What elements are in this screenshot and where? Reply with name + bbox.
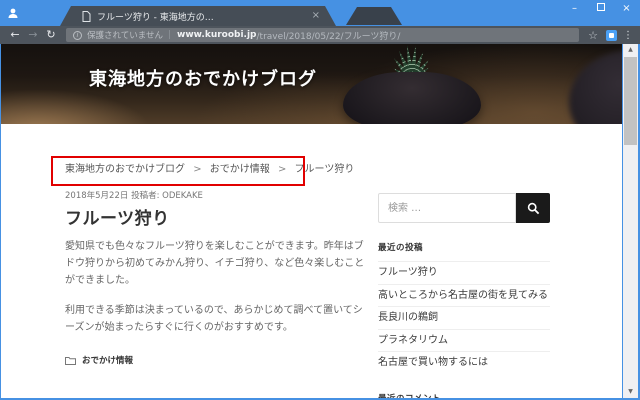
browser-tab[interactable]: フルーツ狩り - 東海地方の… ×	[60, 6, 336, 26]
tab-strip: フルーツ狩り - 東海地方の… × – ×	[0, 0, 640, 26]
address-bar[interactable]: i 保護されていません | www.kuroobi.jp /travel/201…	[66, 28, 579, 42]
recent-post-link[interactable]: 長良川の鵜飼	[378, 306, 550, 329]
post-title: フルーツ狩り	[65, 209, 170, 229]
browser-toolbar: ← → ↻ i 保護されていません | www.kuroobi.jp /trav…	[0, 26, 640, 44]
url-domain: www.kuroobi.jp	[177, 30, 257, 40]
recent-posts-list: フルーツ狩り 高いところから名古屋の街を見てみる 長良川の鵜飼 プラネタリウム …	[378, 261, 550, 374]
profile-icon[interactable]	[5, 5, 21, 21]
author-link[interactable]: ODEKAKE	[162, 191, 203, 201]
search-button[interactable]	[516, 193, 550, 223]
author-label: 投稿者:	[131, 191, 160, 201]
category-link[interactable]: おでかけ情報	[82, 354, 133, 366]
url-separator: |	[168, 30, 172, 40]
browser-window: フルーツ狩り - 東海地方の… × – × ← → ↻ i 保護されていません …	[0, 0, 640, 400]
window-controls: – ×	[569, 3, 632, 15]
maximize-icon	[596, 3, 605, 11]
recent-post-link[interactable]: フルーツ狩り	[378, 261, 550, 284]
post-meta: 2018年5月22日 投稿者: ODEKAKE	[65, 189, 365, 201]
search-form	[378, 193, 550, 223]
page-content: 東海地方のおでかけブログ 東海地方のおでかけブログ > おでかけ情報 > フルー…	[1, 44, 622, 398]
bookmark-star-icon[interactable]: ☆	[585, 29, 601, 42]
person-icon	[8, 8, 18, 18]
breadcrumb-category-link[interactable]: おでかけ情報	[210, 164, 270, 175]
category-folder-icon	[65, 356, 76, 365]
post-paragraph: 愛知県でも色々なフルーツ狩りを楽しむことができます。昨年はブドウ狩りから初めてみ…	[65, 241, 365, 286]
breadcrumb-separator: >	[193, 164, 202, 175]
breadcrumb-home-link[interactable]: 東海地方のおでかけブログ	[65, 164, 185, 175]
recent-post-link[interactable]: プラネタリウム	[378, 328, 550, 352]
breadcrumb: 東海地方のおでかけブログ > おでかけ情報 > フルーツ狩り	[1, 124, 622, 187]
scrollbar-thumb[interactable]	[624, 57, 637, 145]
minimize-button[interactable]: –	[569, 3, 580, 15]
tab-close-icon[interactable]: ×	[312, 11, 320, 21]
plant-pot-decor	[343, 72, 481, 124]
category-row: おでかけ情報	[65, 354, 365, 366]
post-date-link[interactable]: 2018年5月22日	[65, 191, 128, 201]
close-window-button[interactable]: ×	[621, 3, 632, 15]
scroll-up-icon[interactable]: ▲	[623, 44, 638, 56]
forward-button[interactable]: →	[24, 28, 42, 42]
new-tab-button[interactable]	[346, 7, 402, 25]
article: 2018年5月22日 投稿者: ODEKAKE フルーツ狩り 愛知県でも色々なフ…	[65, 189, 365, 398]
site-title[interactable]: 東海地方のおでかけブログ	[89, 65, 317, 91]
sidebar: 最近の投稿 フルーツ狩り 高いところから名古屋の街を見てみる 長良川の鵜飼 プラ…	[378, 189, 550, 398]
maximize-button[interactable]	[595, 3, 606, 15]
scroll-down-icon[interactable]: ▼	[623, 386, 638, 398]
security-label: 保護されていません	[87, 31, 163, 41]
info-icon[interactable]: i	[73, 30, 82, 40]
content-columns: 2018年5月22日 投稿者: ODEKAKE フルーツ狩り 愛知県でも色々なフ…	[1, 189, 622, 398]
site-header: 東海地方のおでかけブログ	[1, 44, 622, 124]
recent-post-link[interactable]: 高いところから名古屋の街を見てみる	[378, 283, 550, 307]
post-paragraph: 利用できる季節は決まっているので、あらかじめて調べて置いてシーズンが始まったらす…	[65, 305, 363, 333]
recent-posts-heading: 最近の投稿	[378, 243, 424, 253]
recent-post-link[interactable]: 名古屋で買い物するには	[378, 351, 550, 374]
plant-pot-blurred-decor	[569, 50, 622, 124]
extension-icon[interactable]	[606, 29, 617, 41]
recent-comments-heading: 最近のコメント	[378, 392, 550, 399]
scrollbar[interactable]: ▲ ▼	[623, 44, 638, 398]
reload-button[interactable]: ↻	[42, 28, 60, 42]
breadcrumb-current-page: フルーツ狩り	[294, 164, 355, 175]
url-path: /travel/2018/05/22/フルーツ狩り/	[256, 31, 401, 42]
search-icon	[527, 202, 539, 214]
browser-menu-icon[interactable]: ⋮	[622, 30, 634, 41]
back-button[interactable]: ←	[6, 28, 24, 42]
search-input[interactable]	[378, 193, 516, 223]
tab-title: フルーツ狩り - 東海地方の…	[97, 12, 214, 23]
page-favicon-icon	[82, 11, 91, 22]
breadcrumb-separator: >	[277, 164, 287, 175]
